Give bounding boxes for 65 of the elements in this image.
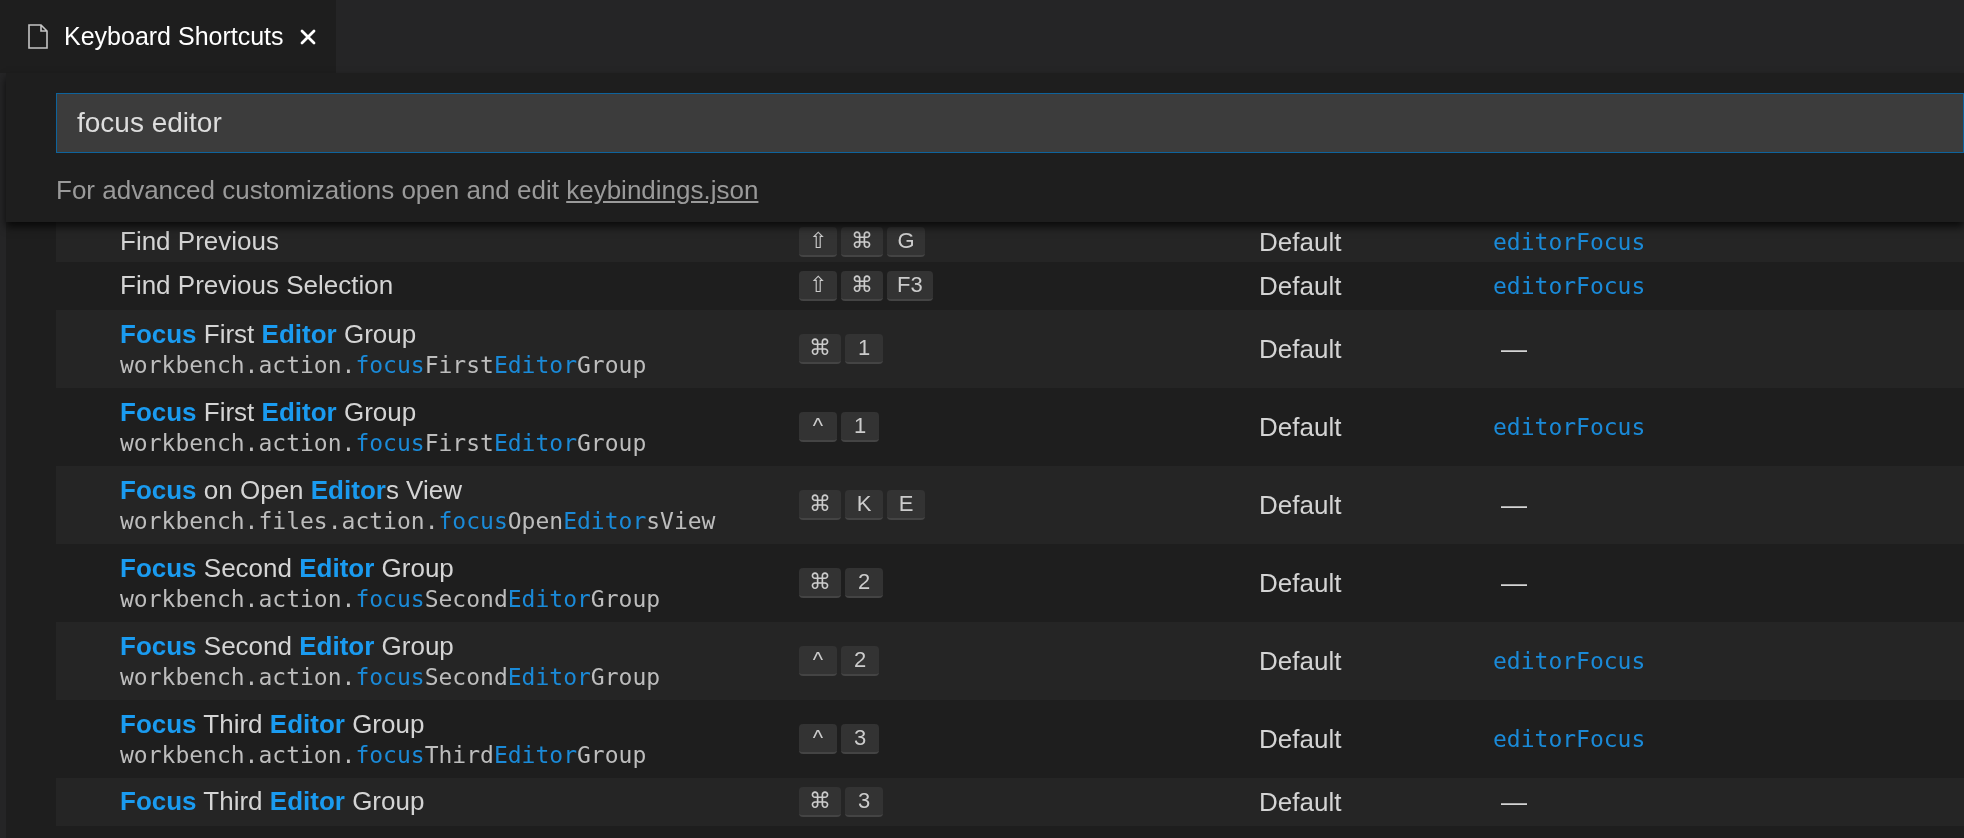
source-text: Default <box>1259 723 1342 754</box>
source-text: Default <box>1259 567 1342 598</box>
source-text: Default <box>1259 411 1342 442</box>
when-text: — <box>1500 567 1527 598</box>
command-title: Focus Second Editor Group <box>120 553 455 584</box>
command-title: Focus First Editor Group <box>120 319 418 350</box>
when-text: editorFocus <box>1493 414 1646 440</box>
key-cap: 2 <box>841 646 879 676</box>
source-text: Default <box>1259 645 1342 676</box>
shortcut-row[interactable]: Focus Third Editor Group ⌘ 3 Default — <box>56 778 1964 826</box>
key-cap: K <box>845 490 883 520</box>
command-id: workbench.files.action.focusOpenEditorsView <box>120 507 717 535</box>
command-title: Focus First Editor Group <box>120 397 418 428</box>
key-cap: 2 <box>845 568 883 598</box>
key-cap: 3 <box>845 787 883 817</box>
command-title: Find Previous Selection <box>120 271 395 301</box>
command-id: workbench.action.focusThirdEditorGroup <box>120 741 648 769</box>
key-cap: G <box>887 227 925 257</box>
command-title: Find Previous <box>120 227 280 257</box>
command-title: Focus Third Editor Group <box>120 787 426 817</box>
help-text: For advanced customizations open and edit keybindings.json <box>56 175 760 206</box>
key-cap: 3 <box>841 724 879 754</box>
key-cap: ⌘ <box>799 787 841 817</box>
key-cap: ⇧ <box>799 227 837 257</box>
when-text: editorFocus <box>1493 229 1646 255</box>
file-icon <box>28 24 48 49</box>
keybindings-link[interactable]: keybindings.json <box>566 175 759 205</box>
when-text: — <box>1500 786 1527 817</box>
key-cap: ⇧ <box>799 271 837 301</box>
source-text: Default <box>1259 226 1342 257</box>
source-text: Default <box>1259 270 1342 301</box>
command-id: workbench.action.focusSecondEditorGroup <box>120 663 662 691</box>
when-text: editorFocus <box>1493 273 1646 299</box>
key-cap: ⌘ <box>841 271 883 301</box>
when-text: editorFocus <box>1493 726 1646 752</box>
shortcut-row[interactable]: Focus Second Editor Group workbench.action.focusSecondEditorGroup ^ 2 Default editorFocus <box>56 622 1964 700</box>
key-cap: ⌘ <box>799 334 841 364</box>
close-icon[interactable] <box>299 28 316 45</box>
source-text: Default <box>1259 489 1342 520</box>
shortcut-row[interactable]: Focus on Open Editors View workbench.files.action.focusOpenEditorsView ⌘ K E Default — <box>56 466 1964 544</box>
key-cap: ⌘ <box>799 568 841 598</box>
key-cap: ^ <box>799 646 837 676</box>
when-text: editorFocus <box>1493 648 1646 674</box>
key-cap: 1 <box>841 412 879 442</box>
shortcut-row[interactable]: Focus First Editor Group workbench.action.focusFirstEditorGroup ⌘ 1 Default — <box>56 310 1964 388</box>
key-cap: ⌘ <box>841 227 883 257</box>
key-cap: ⌘ <box>799 490 841 520</box>
editor-tab[interactable]: Keyboard Shortcuts <box>0 0 336 73</box>
command-id: workbench.action.focusFirstEditorGroup <box>120 351 648 379</box>
source-text: Default <box>1259 333 1342 364</box>
source-text: Default <box>1259 786 1342 817</box>
key-cap: F3 <box>887 271 933 301</box>
search-field[interactable]: focus editor <box>56 93 1964 153</box>
key-cap: 1 <box>845 334 883 364</box>
when-text: — <box>1500 489 1527 520</box>
command-id: workbench.action.focusFirstEditorGroup <box>120 429 648 457</box>
when-text: — <box>1500 333 1527 364</box>
key-cap: E <box>887 490 925 520</box>
command-title: Focus Third Editor Group <box>120 709 426 740</box>
shortcut-row[interactable]: Find Previous ⇧ ⌘ G Default editorFocus <box>56 222 1964 262</box>
command-id: workbench.action.focusSecondEditorGroup <box>120 585 662 613</box>
command-title: Focus Second Editor Group <box>120 631 455 662</box>
command-title: Focus on Open Editors View <box>120 475 463 506</box>
key-cap: ^ <box>799 412 837 442</box>
key-cap: ^ <box>799 724 837 754</box>
